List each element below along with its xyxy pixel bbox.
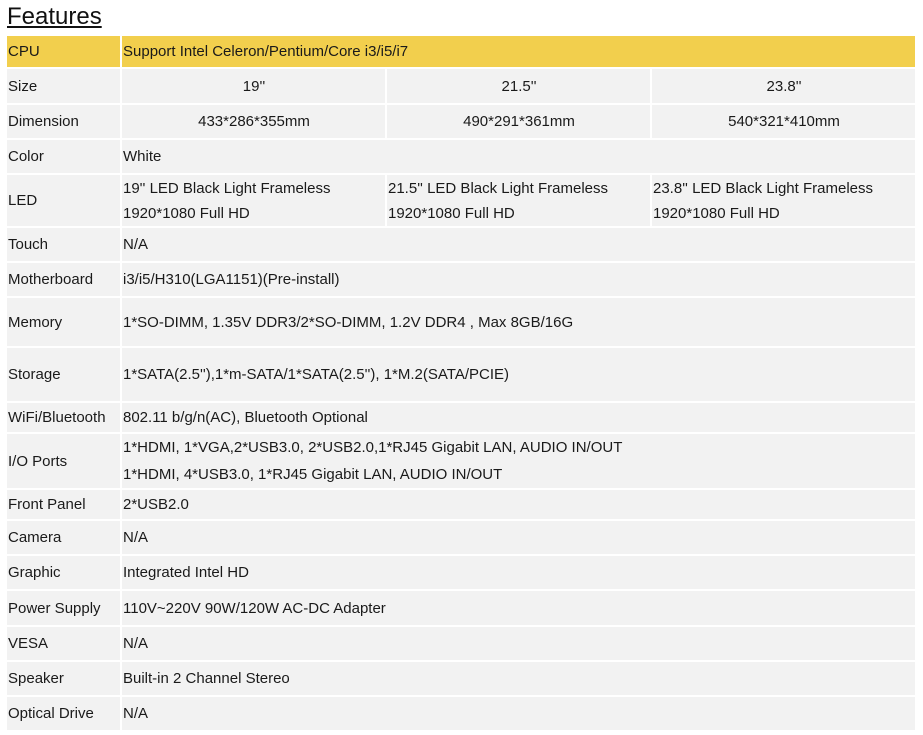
led-value-21: 21.5'' LED Black Light Frameless 1920*10…: [387, 175, 650, 226]
io-line1: 1*HDMI, 1*VGA,2*USB3.0, 2*USB2.0,1*RJ45 …: [123, 439, 623, 456]
dimension-label: Dimension: [7, 105, 120, 138]
table-row-camera: Camera N/A: [7, 521, 915, 554]
touch-label: Touch: [7, 228, 120, 261]
wifi-label: WiFi/Bluetooth: [7, 403, 120, 432]
size-value-23: 23.8'': [652, 69, 915, 103]
table-row-storage: Storage 1*SATA(2.5''),1*m-SATA/1*SATA(2.…: [7, 348, 915, 401]
table-row-cpu: CPU Support Intel Celeron/Pentium/Core i…: [7, 36, 915, 67]
table-row-wifi: WiFi/Bluetooth 802.11 b/g/n(AC), Bluetoo…: [7, 403, 915, 432]
vesa-value: N/A: [122, 627, 915, 660]
color-label: Color: [7, 140, 120, 173]
features-table: CPU Support Intel Celeron/Pentium/Core i…: [5, 34, 917, 732]
motherboard-value: i3/i5/H310(LGA1151)(Pre-install): [122, 263, 915, 296]
table-row-io: I/O Ports 1*HDMI, 1*VGA,2*USB3.0, 2*USB2…: [7, 434, 915, 488]
table-row-power: Power Supply 110V~220V 90W/120W AC-DC Ad…: [7, 591, 915, 625]
camera-label: Camera: [7, 521, 120, 554]
cpu-value: Support Intel Celeron/Pentium/Core i3/i5…: [122, 36, 915, 67]
led-19-line1: 19'' LED Black Light Frameless: [123, 179, 331, 197]
table-row-memory: Memory 1*SO-DIMM, 1.35V DDR3/2*SO-DIMM, …: [7, 298, 915, 346]
table-row-front-panel: Front Panel 2*USB2.0: [7, 490, 915, 519]
dimension-value-19: 433*286*355mm: [122, 105, 385, 138]
memory-label: Memory: [7, 298, 120, 346]
table-row-dimension: Dimension 433*286*355mm 490*291*361mm 54…: [7, 105, 915, 138]
speaker-value: Built-in 2 Channel Stereo: [122, 662, 915, 695]
io-label: I/O Ports: [7, 434, 120, 488]
front-panel-label: Front Panel: [7, 490, 120, 519]
memory-value: 1*SO-DIMM, 1.35V DDR3/2*SO-DIMM, 1.2V DD…: [122, 298, 915, 346]
led-21-line2: 1920*1080 Full HD: [388, 204, 515, 222]
io-value: 1*HDMI, 1*VGA,2*USB3.0, 2*USB2.0,1*RJ45 …: [122, 434, 915, 488]
dimension-value-23: 540*321*410mm: [652, 105, 915, 138]
led-23-line1: 23.8'' LED Black Light Frameless: [653, 179, 873, 197]
size-value-19: 19'': [122, 69, 385, 103]
led-23-line2: 1920*1080 Full HD: [653, 204, 780, 222]
table-row-graphic: Graphic Integrated Intel HD: [7, 556, 915, 589]
led-value-19: 19'' LED Black Light Frameless 1920*1080…: [122, 175, 385, 226]
size-label: Size: [7, 69, 120, 103]
front-panel-value: 2*USB2.0: [122, 490, 915, 519]
graphic-value: Integrated Intel HD: [122, 556, 915, 589]
optical-label: Optical Drive: [7, 697, 120, 730]
table-row-speaker: Speaker Built-in 2 Channel Stereo: [7, 662, 915, 695]
table-row-size: Size 19'' 21.5'' 23.8'': [7, 69, 915, 103]
table-row-touch: Touch N/A: [7, 228, 915, 261]
cpu-label: CPU: [7, 36, 120, 67]
table-row-optical: Optical Drive N/A: [7, 697, 915, 730]
table-row-color: Color White: [7, 140, 915, 173]
vesa-label: VESA: [7, 627, 120, 660]
power-value: 110V~220V 90W/120W AC-DC Adapter: [122, 591, 915, 625]
led-value-23: 23.8'' LED Black Light Frameless 1920*10…: [652, 175, 915, 226]
graphic-label: Graphic: [7, 556, 120, 589]
touch-value: N/A: [122, 228, 915, 261]
optical-value: N/A: [122, 697, 915, 730]
power-label: Power Supply: [7, 591, 120, 625]
led-label: LED: [7, 175, 120, 226]
table-row-vesa: VESA N/A: [7, 627, 915, 660]
table-row-motherboard: Motherboard i3/i5/H310(LGA1151)(Pre-inst…: [7, 263, 915, 296]
page-title: Features: [7, 3, 102, 30]
table-row-led: LED 19'' LED Black Light Frameless 1920*…: [7, 175, 915, 226]
led-19-line2: 1920*1080 Full HD: [123, 204, 250, 222]
dimension-value-21: 490*291*361mm: [387, 105, 650, 138]
size-value-21: 21.5'': [387, 69, 650, 103]
speaker-label: Speaker: [7, 662, 120, 695]
camera-value: N/A: [122, 521, 915, 554]
wifi-value: 802.11 b/g/n(AC), Bluetooth Optional: [122, 403, 915, 432]
io-line2: 1*HDMI, 4*USB3.0, 1*RJ45 Gigabit LAN, AU…: [123, 466, 503, 483]
color-value: White: [122, 140, 915, 173]
storage-value: 1*SATA(2.5''),1*m-SATA/1*SATA(2.5''), 1*…: [122, 348, 915, 401]
led-21-line1: 21.5'' LED Black Light Frameless: [388, 179, 608, 197]
storage-label: Storage: [7, 348, 120, 401]
motherboard-label: Motherboard: [7, 263, 120, 296]
